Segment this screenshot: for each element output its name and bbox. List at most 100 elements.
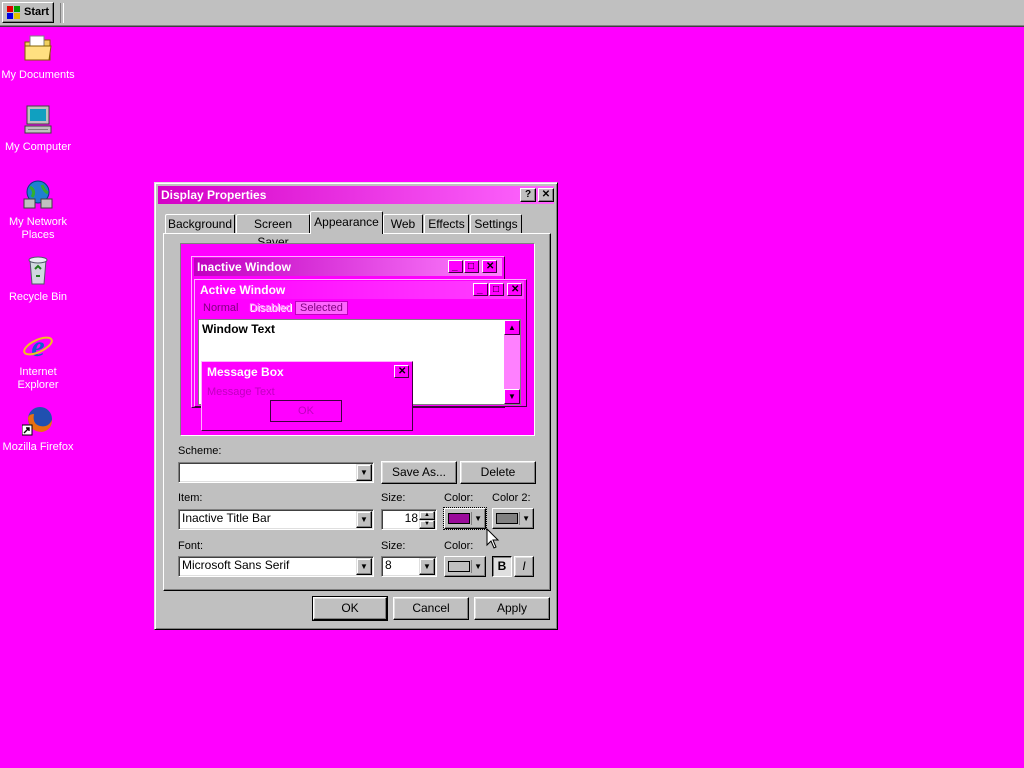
tab-screen-saver[interactable]: Screen Saver [236, 214, 310, 249]
font-size-label: Size: [381, 540, 406, 552]
ok-button[interactable]: OK [312, 596, 388, 621]
font-label: Font: [178, 540, 204, 552]
preview-msgbox-text: Message Text [207, 386, 275, 398]
item-color2-swatch [496, 513, 518, 524]
taskbar: Start [0, 0, 1024, 26]
desktop-icon-my-computer[interactable]: My Computer [0, 104, 76, 154]
item-color2-label: Color 2: [492, 492, 531, 504]
tab-settings[interactable]: Settings [470, 214, 522, 233]
firefox-icon [21, 407, 52, 436]
preview-msgbox-title-bar: Message Box ✕ [204, 363, 410, 381]
item-label: Item: [178, 492, 203, 504]
tab-label: Appearance [314, 215, 379, 229]
font-color-swatch [448, 561, 470, 572]
preview-active-title: Active Window [200, 283, 286, 297]
spin-down-icon[interactable]: ▼ [419, 520, 435, 529]
font-size-value: 8 [385, 558, 392, 572]
tab-label: Effects [428, 217, 465, 231]
tab-effects[interactable]: Effects [424, 214, 469, 233]
desktop-icon-my-documents[interactable]: My Documents [0, 32, 76, 82]
chevron-down-icon[interactable]: ▼ [419, 558, 435, 575]
desktop-icon-recycle-bin[interactable]: Recycle Bin [0, 254, 76, 304]
my-documents-icon [24, 35, 52, 61]
item-color-label: Color: [444, 492, 474, 504]
item-dropdown[interactable]: Inactive Title Bar ▼ [178, 509, 374, 530]
item-size-value: 18 [404, 511, 418, 525]
my-computer-icon [24, 105, 52, 134]
chevron-down-icon[interactable]: ▼ [356, 558, 372, 575]
desktop-icon-label: Internet Explorer [17, 366, 59, 391]
desktop-icon-label: My Documents [1, 69, 75, 81]
tab-appearance[interactable]: Appearance [310, 211, 383, 234]
mouse-cursor-icon [486, 528, 500, 549]
cancel-button[interactable]: Cancel [393, 597, 469, 620]
desktop-icon-firefox[interactable]: Mozilla Firefox [0, 404, 76, 454]
preview-msgbox-ok: OK [270, 400, 342, 422]
internet-explorer-icon: e [23, 330, 53, 363]
preview-minimize-icon: _ [448, 260, 463, 273]
delete-button[interactable]: Delete [460, 461, 536, 484]
desktop-icon-network-places[interactable]: My Network Places [0, 179, 76, 242]
start-label: Start [24, 6, 50, 18]
help-icon: ? [524, 189, 532, 200]
tab-label: Background [167, 217, 233, 231]
chevron-down-icon: ▼ [519, 512, 530, 525]
start-button[interactable]: Start [2, 2, 54, 23]
tab-web[interactable]: Web [383, 214, 423, 233]
scheme-dropdown[interactable]: ▼ [178, 462, 374, 483]
preview-menu-selected: Selected [295, 301, 348, 315]
preview-msgbox-title: Message Box [207, 365, 284, 379]
appearance-preview[interactable]: Inactive Window _ □ ✕ Active Window _ □ … [180, 243, 535, 436]
chevron-down-icon: ▼ [471, 560, 482, 573]
chevron-down-icon[interactable]: ▼ [356, 511, 372, 528]
preview-scrollbar: ▲ ▼ [504, 320, 520, 404]
display-properties-window: Display Properties ? ✕ Background Screen… [154, 182, 558, 630]
network-places-icon [23, 180, 53, 209]
tab-label: Web [390, 217, 416, 231]
close-button[interactable]: ✕ [538, 188, 554, 202]
item-color2-button[interactable]: ▼ [492, 508, 534, 529]
preview-message-box: Message Box ✕ Message Text OK [201, 361, 413, 431]
recycle-bin-icon [28, 256, 48, 285]
item-size-label: Size: [381, 492, 406, 504]
item-color-swatch [448, 513, 470, 524]
windows-logo-icon [7, 6, 20, 19]
title-bar[interactable]: Display Properties ? ✕ [158, 186, 554, 204]
preview-menu-disabled: Disabled [249, 302, 292, 314]
scroll-up-icon: ▲ [504, 320, 520, 335]
italic-toggle[interactable]: I [514, 556, 534, 577]
bold-toggle[interactable]: B [492, 556, 512, 577]
preview-minimize-icon: _ [473, 283, 488, 296]
scheme-label: Scheme: [178, 445, 222, 457]
item-value: Inactive Title Bar [182, 511, 271, 525]
preview-inactive-title-bar: Inactive Window _ □ ✕ [194, 258, 502, 276]
taskbar-separator [60, 3, 64, 23]
preview-menu-normal: Normal [203, 302, 239, 314]
window-title: Display Properties [161, 188, 267, 202]
font-value: Microsoft Sans Serif [182, 558, 290, 572]
desktop-icon-label: My Computer [4, 141, 72, 153]
font-size-dropdown[interactable]: 8 ▼ [381, 556, 437, 577]
spin-up-icon[interactable]: ▲ [419, 511, 435, 520]
preview-window-text: Window Text [202, 322, 275, 336]
preview-maximize-icon: □ [464, 260, 479, 273]
desktop-icon-internet-explorer[interactable]: e Internet Explorer [0, 329, 76, 392]
svg-text:e: e [31, 330, 44, 361]
tab-label: Settings [474, 217, 518, 231]
close-icon: ✕ [541, 189, 551, 200]
preview-active-title-bar: Active Window _ □ ✕ [197, 281, 524, 299]
font-color-button[interactable]: ▼ [444, 556, 486, 577]
tab-background[interactable]: Background [165, 214, 235, 233]
font-dropdown[interactable]: Microsoft Sans Serif ▼ [178, 556, 374, 577]
save-as-button[interactable]: Save As... [381, 461, 457, 484]
item-size-spinner[interactable]: 18 ▲ ▼ [381, 509, 437, 530]
preview-close-icon: ✕ [507, 283, 522, 296]
chevron-down-icon: ▼ [471, 512, 482, 525]
item-color-button[interactable]: ▼ [443, 507, 487, 530]
preview-close-icon: ✕ [482, 260, 497, 273]
help-button[interactable]: ? [520, 188, 536, 202]
preview-close-icon: ✕ [394, 365, 409, 378]
chevron-down-icon[interactable]: ▼ [356, 464, 372, 481]
apply-button[interactable]: Apply [474, 597, 550, 620]
preview-maximize-icon: □ [489, 283, 504, 296]
